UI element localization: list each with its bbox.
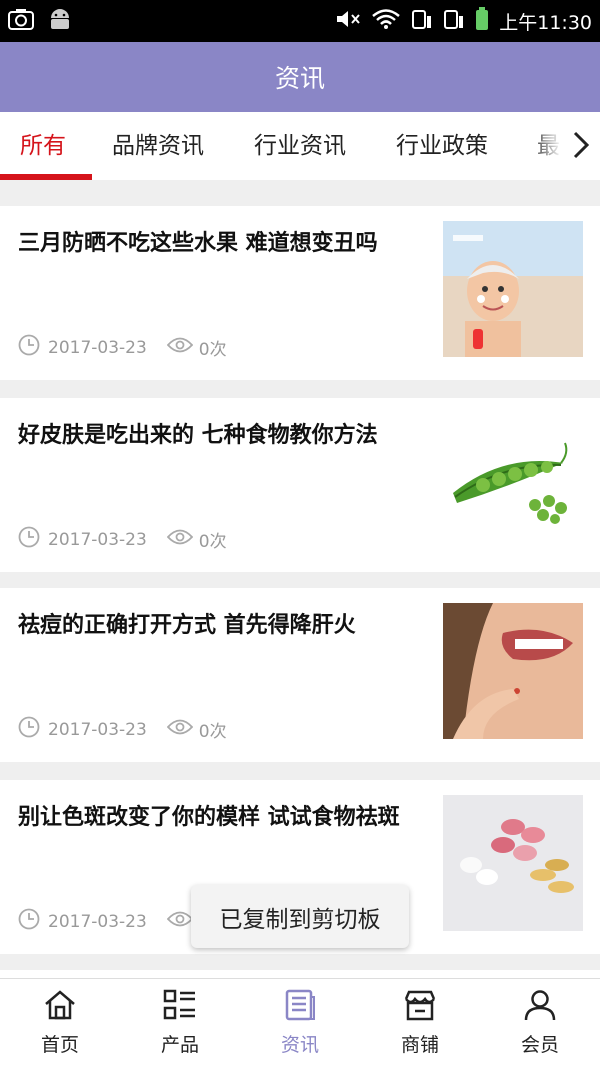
sim-signal-icon (411, 8, 433, 35)
product-grid-icon (163, 989, 197, 1030)
nav-label: 会员 (520, 1034, 559, 1056)
acne-face-photo[interactable] (443, 603, 583, 739)
pills-photo[interactable] (443, 795, 583, 931)
android-icon (48, 8, 72, 34)
eye-icon (166, 910, 194, 933)
clock-icon (18, 334, 40, 361)
status-bar: 上午11:30 (0, 0, 600, 42)
nav-label: 首页 (40, 1034, 79, 1056)
eye-icon (166, 528, 194, 551)
mute-icon (335, 8, 361, 35)
article-date: 2017-03-23 (48, 529, 147, 550)
article-meta: 2017-03-23 0次 (18, 716, 227, 743)
screenshot-icon (8, 8, 34, 34)
nav-products[interactable]: 产品 (120, 979, 240, 1067)
news-icon (283, 989, 317, 1030)
article-meta: 2017-03-23 0次 (18, 334, 227, 361)
article-card[interactable]: 好皮肤是吃出来的 七种食物教你方法 2017-03-23 0次 (0, 398, 600, 572)
article-date: 2017-03-23 (48, 911, 147, 932)
tab-industry-policy[interactable]: 行业政策 (396, 112, 488, 180)
clock-icon (18, 908, 40, 935)
article-meta: 2017-03-23 0次 (18, 526, 227, 553)
article-title[interactable]: 祛痘的正确打开方式 首先得降肝火 (18, 610, 418, 641)
article-date: 2017-03-23 (48, 719, 147, 740)
category-tabs: 所有 品牌资讯 行业资讯 行业政策 最 (0, 112, 600, 180)
bottom-nav: 首页 产品 资讯 商铺 会员 (0, 978, 600, 1067)
shop-icon (403, 989, 437, 1030)
clock-icon (18, 716, 40, 743)
green-peas-photo[interactable] (443, 413, 583, 549)
chevron-right-icon[interactable] (572, 130, 590, 164)
status-time: 上午11:30 (499, 11, 592, 34)
clock-icon (18, 526, 40, 553)
child-sunscreen-photo[interactable] (443, 221, 583, 357)
tab-industry-news[interactable]: 行业资讯 (254, 112, 346, 180)
wifi-icon (371, 8, 401, 35)
tab-brand-news[interactable]: 品牌资讯 (112, 112, 204, 180)
nav-news[interactable]: 资讯 (240, 979, 360, 1067)
tab-all[interactable]: 所有 (20, 112, 66, 180)
nav-member[interactable]: 会员 (480, 979, 600, 1067)
page-title: 资讯 (274, 64, 325, 93)
article-card[interactable]: 三月防晒不吃这些水果 难道想变丑吗 2017-03-23 0次 (0, 206, 600, 380)
toast-text: 已复制到剪切板 (219, 906, 381, 933)
eye-icon (166, 718, 194, 741)
nav-label: 资讯 (280, 1034, 319, 1056)
article-views: 0次 (198, 532, 227, 552)
nav-shop[interactable]: 商铺 (360, 979, 480, 1067)
article-date: 2017-03-23 (48, 337, 147, 358)
eye-icon (166, 336, 194, 359)
nav-label: 商铺 (400, 1034, 439, 1056)
article-title[interactable]: 好皮肤是吃出来的 七种食物教你方法 (18, 420, 418, 451)
page-header: 资讯 (0, 42, 600, 112)
battery-icon (475, 6, 489, 36)
article-title[interactable]: 别让色斑改变了你的模样 试试食物祛斑 (18, 802, 418, 833)
sim-signal-icon (443, 8, 465, 35)
home-icon (43, 989, 77, 1030)
nav-home[interactable]: 首页 (0, 979, 120, 1067)
copied-toast: 已复制到剪切板 (191, 885, 409, 948)
article-title[interactable]: 三月防晒不吃这些水果 难道想变丑吗 (18, 228, 418, 259)
article-views: 0次 (198, 722, 227, 742)
article-card[interactable]: 祛痘的正确打开方式 首先得降肝火 2017-03-23 0次 (0, 588, 600, 762)
member-icon (523, 989, 557, 1030)
active-tab-indicator (0, 174, 92, 180)
nav-label: 产品 (160, 1034, 199, 1056)
article-views: 0次 (198, 340, 227, 360)
